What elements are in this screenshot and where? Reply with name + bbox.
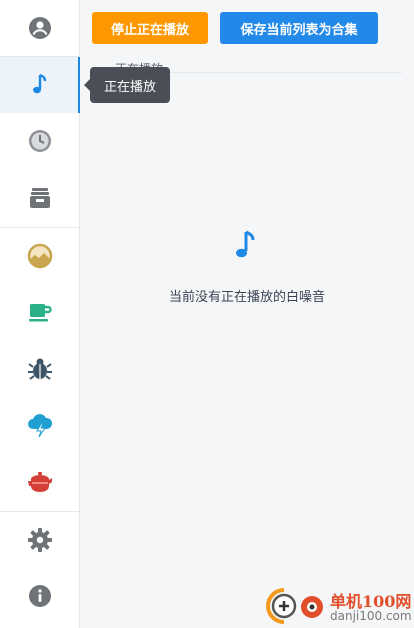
music-note-icon [32,73,46,94]
save-as-collection-button[interactable]: 保存当前列表为合集 [220,12,378,44]
stop-playing-button[interactable]: 停止正在播放 [92,12,208,44]
bug-icon [27,358,52,380]
coffee-cup-icon [28,304,52,322]
landscape-circle-icon [27,243,52,269]
sidebar-nav [0,0,80,628]
watermark-logo [266,588,323,624]
watermark-url: danji100.com [330,609,412,623]
sidebar-item-about[interactable] [0,568,79,624]
sidebar-item-weather[interactable] [0,397,79,453]
teapot-icon [27,472,52,492]
sidebar-item-collections[interactable] [0,170,79,226]
sidebar-item-cafe[interactable] [0,284,79,340]
thunder-cloud-icon [27,414,52,438]
watermark: 单机100网 danji100.com [264,584,414,628]
sidebar-item-now-playing[interactable] [0,57,80,113]
sidebar-item-settings[interactable] [0,512,79,568]
archive-box-icon [29,188,50,208]
user-circle-icon [28,17,51,39]
sidebar-tooltip: 正在播放 [84,67,170,103]
clock-icon [28,130,51,152]
empty-state-message: 当前没有正在播放的白噪音 [168,290,325,305]
sidebar-item-home[interactable] [0,454,79,510]
sidebar-item-nature[interactable] [0,228,79,284]
sidebar-item-profile[interactable] [0,0,79,56]
gear-icon [27,528,52,552]
music-note-icon [236,230,255,258]
sidebar-item-insects[interactable] [0,341,79,397]
sidebar-item-timer[interactable] [0,113,79,169]
info-circle-icon [28,585,51,607]
